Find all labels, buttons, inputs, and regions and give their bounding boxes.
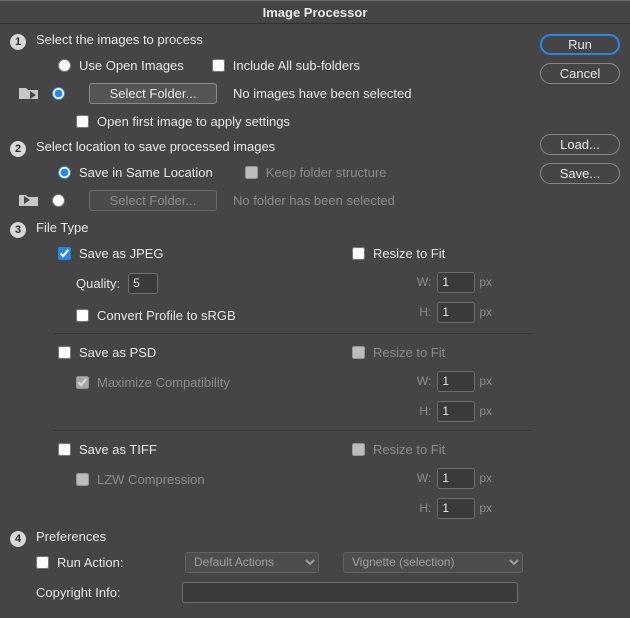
quality-label: Quality: (76, 276, 120, 291)
max-compat-check (76, 376, 89, 389)
step-3: 3 File Type Save as JPEG Quality: (10, 220, 532, 521)
save-psd-check[interactable] (58, 346, 71, 359)
open-first-image-check[interactable] (76, 115, 89, 128)
convert-srgb-check[interactable] (76, 309, 89, 322)
select-folder-radio[interactable] (52, 87, 65, 100)
run-action-label: Run Action: (57, 555, 177, 570)
tiff-w-input (437, 468, 475, 489)
step-3-badge: 3 (10, 222, 26, 238)
max-compat-label: Maximize Compatibility (97, 375, 230, 390)
tiff-h-unit: px (479, 501, 492, 515)
save-button[interactable]: Save... (540, 163, 620, 184)
save-same-location-radio[interactable] (58, 166, 71, 179)
convert-srgb-label: Convert Profile to sRGB (97, 308, 236, 323)
psd-h-input (437, 401, 475, 422)
step-1-badge: 1 (10, 34, 26, 50)
lzw-check (76, 473, 89, 486)
tiff-w-label: W: (403, 471, 431, 485)
browse-folder-icon[interactable] (18, 85, 40, 101)
psd-h-label: H: (403, 404, 431, 418)
open-first-image-label: Open first image to apply settings (97, 114, 290, 129)
tiff-w-unit: px (479, 471, 492, 485)
step-3-title: File Type (36, 220, 532, 235)
cancel-button[interactable]: Cancel (540, 63, 620, 84)
tiff-h-input (437, 498, 475, 519)
psd-w-unit: px (479, 374, 492, 388)
jpeg-resize-label: Resize to Fit (373, 246, 445, 261)
action-name-select: Vignette (selection) (343, 552, 523, 573)
jpeg-w-input (437, 272, 475, 293)
copyright-input[interactable] (182, 582, 518, 603)
use-open-images-radio[interactable] (58, 59, 71, 72)
include-subfolders-check[interactable] (212, 59, 225, 72)
save-same-location-label: Save in Same Location (79, 165, 213, 180)
tiff-h-label: H: (403, 501, 431, 515)
select-folder-button[interactable]: Select Folder... (89, 83, 217, 104)
jpeg-h-label: H: (403, 305, 431, 319)
save-jpeg-check[interactable] (58, 247, 71, 260)
include-subfolders-label: Include All sub-folders (233, 58, 360, 73)
step-1: 1 Select the images to process Use Open … (10, 32, 532, 133)
tiff-resize-label: Resize to Fit (373, 442, 445, 457)
save-select-folder-radio[interactable] (52, 194, 65, 207)
use-open-images-label: Use Open Images (79, 58, 184, 73)
psd-w-label: W: (403, 374, 431, 388)
save-tiff-label: Save as TIFF (79, 442, 157, 457)
keep-folder-structure-check (245, 166, 258, 179)
window-title: Image Processor (0, 0, 630, 24)
jpeg-h-unit: px (479, 305, 492, 319)
jpeg-w-unit: px (479, 275, 492, 289)
step-4: 4 Preferences Run Action: Default Action… (10, 529, 532, 618)
psd-resize-check (352, 346, 365, 359)
save-psd-label: Save as PSD (79, 345, 156, 360)
no-images-label: No images have been selected (233, 86, 412, 101)
save-browse-folder-icon[interactable] (18, 192, 40, 208)
run-action-check[interactable] (36, 556, 49, 569)
save-tiff-check[interactable] (58, 443, 71, 456)
step-2: 2 Select location to save processed imag… (10, 139, 532, 212)
step-4-badge: 4 (10, 531, 26, 547)
step-2-badge: 2 (10, 141, 26, 157)
keep-folder-structure-label: Keep folder structure (266, 165, 387, 180)
jpeg-w-label: W: (403, 275, 431, 289)
save-select-folder-button[interactable]: Select Folder... (89, 190, 217, 211)
jpeg-resize-check[interactable] (352, 247, 365, 260)
psd-h-unit: px (479, 404, 492, 418)
jpeg-h-input (437, 302, 475, 323)
step-1-title: Select the images to process (36, 32, 532, 47)
step-2-title: Select location to save processed images (36, 139, 532, 154)
psd-resize-label: Resize to Fit (373, 345, 445, 360)
psd-w-input (437, 371, 475, 392)
action-set-select: Default Actions (185, 552, 319, 573)
step-4-title: Preferences (36, 529, 532, 544)
tiff-resize-check (352, 443, 365, 456)
save-jpeg-label: Save as JPEG (79, 246, 164, 261)
copyright-label: Copyright Info: (36, 585, 174, 600)
lzw-label: LZW Compression (97, 472, 205, 487)
quality-input[interactable] (128, 273, 158, 294)
no-folder-label: No folder has been selected (233, 193, 395, 208)
run-button[interactable]: Run (540, 34, 620, 55)
load-button[interactable]: Load... (540, 134, 620, 155)
